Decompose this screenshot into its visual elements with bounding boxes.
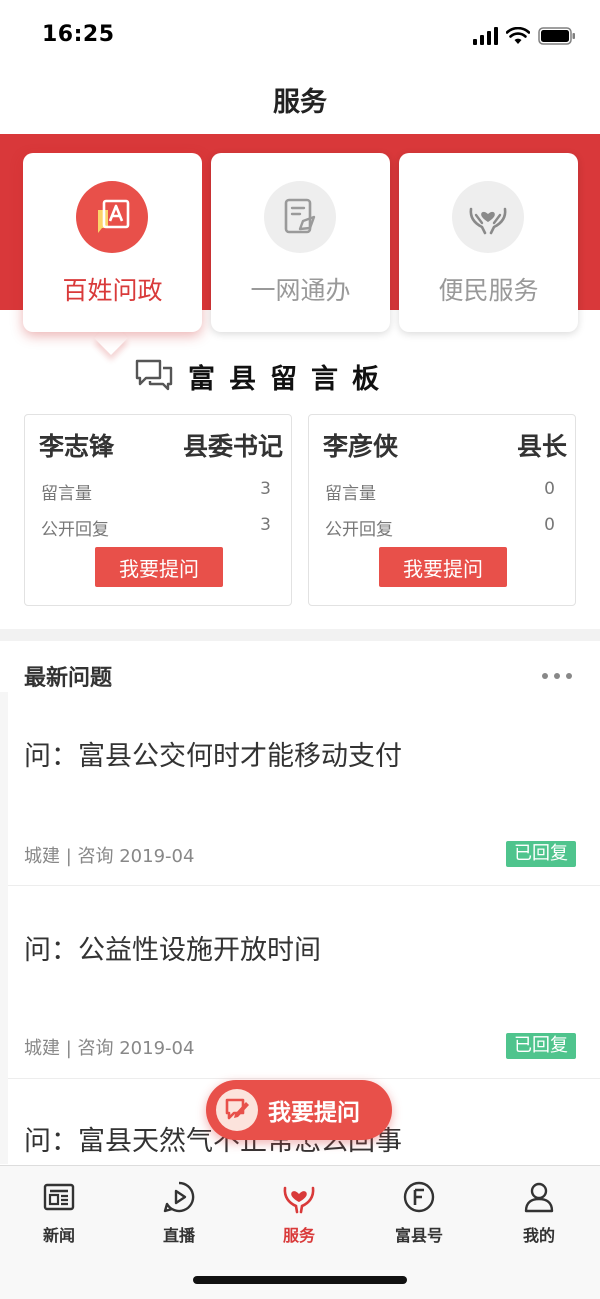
tab-label: 服务 — [282, 1226, 315, 1245]
tab-fuxian-hao[interactable]: 富县号 — [379, 1180, 459, 1246]
service-card-yiwang-tongban[interactable]: 一网通办 — [211, 153, 390, 332]
status-bar: 16:25 — [0, 0, 600, 72]
status-time: 16:25 — [42, 22, 115, 47]
section-title: 最新问题 — [24, 666, 113, 691]
tab-label: 新闻 — [42, 1226, 75, 1245]
profile-icon — [524, 1182, 554, 1213]
chat-a-icon — [76, 181, 148, 253]
messages-label: 留言量 — [41, 484, 92, 504]
messages-count: 0 — [544, 479, 555, 499]
board-heading: 富县留言板 — [134, 358, 393, 395]
tab-label: 直播 — [162, 1226, 195, 1245]
edit-bubble-icon — [216, 1089, 258, 1131]
replies-label: 公开回复 — [325, 520, 393, 540]
tab-label: 我的 — [522, 1226, 555, 1245]
more-icon[interactable] — [542, 673, 572, 679]
service-heart-icon — [283, 1186, 315, 1214]
tab-mine[interactable]: 我的 — [499, 1180, 579, 1246]
section-divider — [0, 629, 600, 641]
floating-ask-label: 我要提问 — [268, 1100, 360, 1126]
official-role: 县长 — [516, 432, 567, 461]
official-name: 李志锋 — [39, 432, 115, 461]
official-card: 李彦侠 县长 留言量 0 公开回复 0 我要提问 — [308, 414, 576, 606]
board-title: 富县留言板 — [188, 363, 393, 395]
status-badge: 已回复 — [506, 1033, 576, 1059]
question-text: 问：公益性设施开放时间 — [24, 935, 321, 966]
page-title: 服务 — [273, 87, 327, 118]
replies-count: 3 — [260, 515, 271, 535]
message-bubbles-icon — [135, 359, 173, 391]
messages-label: 留言量 — [325, 484, 376, 504]
heart-hands-icon — [452, 181, 524, 253]
edit-document-icon — [264, 181, 336, 253]
home-indicator — [193, 1276, 407, 1284]
ask-question-button[interactable]: 我要提问 — [95, 547, 223, 587]
live-play-icon — [163, 1181, 195, 1213]
question-text: 问：富县公交何时才能移动支付 — [24, 741, 402, 772]
cellular-signal-icon — [473, 27, 498, 45]
official-role: 县委书记 — [182, 432, 283, 461]
tab-news[interactable]: 新闻 — [19, 1180, 99, 1246]
question-meta: 城建 | 咨询 2019-04 — [24, 846, 195, 867]
replies-count: 0 — [544, 515, 555, 535]
service-card-label: 一网通办 — [250, 276, 351, 305]
service-card-label: 百姓问政 — [62, 276, 163, 305]
service-card-baixing-wenzheng[interactable]: 百姓问政 — [23, 153, 202, 332]
wifi-icon — [506, 27, 530, 44]
floating-ask-button[interactable]: 我要提问 — [206, 1080, 392, 1140]
fuxian-f-icon — [403, 1181, 435, 1213]
question-item[interactable]: 问：富县公交何时才能移动支付 城建 | 咨询 2019-04 已回复 — [0, 692, 600, 885]
question-item[interactable]: 问：公益性设施开放时间 城建 | 咨询 2019-04 已回复 — [0, 886, 600, 1078]
news-icon — [43, 1183, 75, 1211]
messages-count: 3 — [260, 479, 271, 499]
replies-label: 公开回复 — [41, 520, 109, 540]
tab-live[interactable]: 直播 — [139, 1180, 219, 1246]
service-card-bianmin-fuwu[interactable]: 便民服务 — [399, 153, 578, 332]
ask-question-button[interactable]: 我要提问 — [379, 547, 507, 587]
service-card-label: 便民服务 — [438, 276, 539, 305]
status-badge: 已回复 — [506, 841, 576, 867]
official-name: 李彦侠 — [323, 432, 399, 461]
question-meta: 城建 | 咨询 2019-04 — [24, 1038, 195, 1059]
battery-icon — [538, 27, 575, 45]
tab-label: 富县号 — [394, 1226, 443, 1245]
official-card: 李志锋 县委书记 留言量 3 公开回复 3 我要提问 — [24, 414, 292, 606]
tab-service[interactable]: 服务 — [259, 1180, 339, 1246]
status-icons — [473, 26, 576, 46]
